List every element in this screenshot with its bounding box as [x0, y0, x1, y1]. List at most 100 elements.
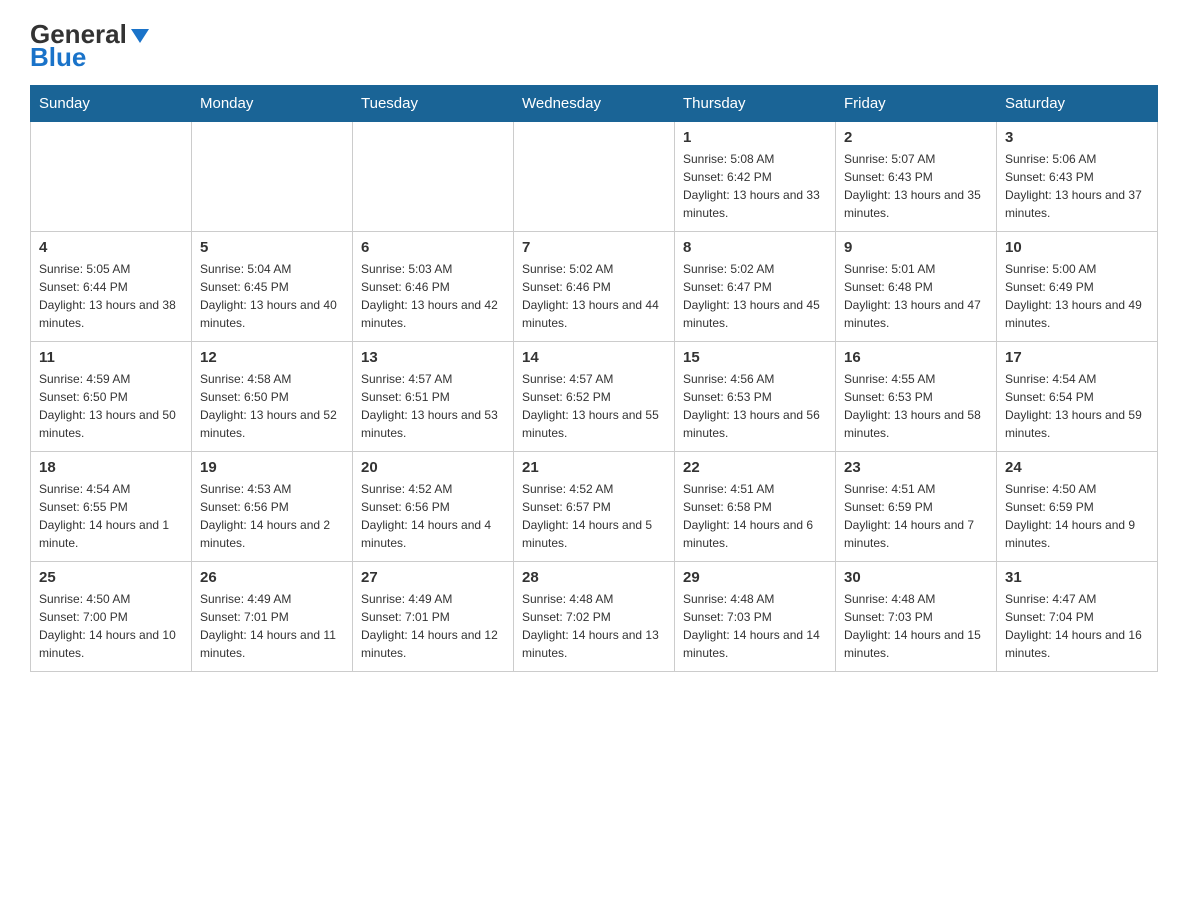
day-number: 12	[200, 349, 344, 366]
day-info: Sunrise: 4:50 AM Sunset: 6:59 PM Dayligh…	[1005, 480, 1149, 552]
day-number: 2	[844, 129, 988, 146]
day-cell-3-4: 14Sunrise: 4:57 AM Sunset: 6:52 PM Dayli…	[514, 342, 675, 452]
day-info: Sunrise: 4:50 AM Sunset: 7:00 PM Dayligh…	[39, 590, 183, 662]
day-cell-2-5: 8 Sunrise: 5:02 AM Sunset: 6:47 PM Daylig…	[675, 232, 836, 342]
day-cell-5-5: 29 Sunrise: 4:48 AM Sunset: 7:03 PM Dayli…	[675, 562, 836, 672]
day-number: 22	[683, 459, 827, 476]
day-info: Sunrise: 5:02 AM Sunset: 6:47 PM Dayligh…	[683, 260, 827, 332]
day-cell-5-6: 30Sunrise: 4:48 AM Sunset: 7:03 PM Dayli…	[836, 562, 997, 672]
day-header-thursday: Thursday	[675, 86, 836, 122]
week-row-4: 18Sunrise: 4:54 AM Sunset: 6:55 PM Dayli…	[31, 452, 1158, 562]
day-info: Sunrise: 5:04 AM Sunset: 6:45 PM Dayligh…	[200, 260, 344, 332]
day-info: Sunrise: 4:57 AM Sunset: 6:51 PM Dayligh…	[361, 370, 505, 442]
day-number: 4	[39, 239, 183, 256]
day-cell-3-7: 17 Sunrise: 4:54 AM Sunset: 6:54 PM Dayli…	[997, 342, 1158, 452]
day-info: Sunrise: 4:47 AM Sunset: 7:04 PM Dayligh…	[1005, 590, 1149, 662]
day-number: 19	[200, 459, 344, 476]
day-info: Sunrise: 5:00 AM Sunset: 6:49 PM Dayligh…	[1005, 260, 1149, 332]
logo-triangle-icon	[129, 23, 151, 45]
day-info: Sunrise: 4:54 AM Sunset: 6:54 PM Dayligh…	[1005, 370, 1149, 442]
logo: General Blue	[30, 20, 151, 71]
day-header-saturday: Saturday	[997, 86, 1158, 122]
day-cell-2-4: 7 Sunrise: 5:02 AM Sunset: 6:46 PM Daylig…	[514, 232, 675, 342]
day-number: 11	[39, 349, 183, 366]
day-cell-5-2: 26Sunrise: 4:49 AM Sunset: 7:01 PM Dayli…	[192, 562, 353, 672]
day-info: Sunrise: 4:55 AM Sunset: 6:53 PM Dayligh…	[844, 370, 988, 442]
day-cell-4-4: 21 Sunrise: 4:52 AM Sunset: 6:57 PM Dayli…	[514, 452, 675, 562]
calendar-table: SundayMondayTuesdayWednesdayThursdayFrid…	[30, 85, 1158, 672]
day-number: 16	[844, 349, 988, 366]
day-header-friday: Friday	[836, 86, 997, 122]
day-info: Sunrise: 5:06 AM Sunset: 6:43 PM Dayligh…	[1005, 150, 1149, 222]
header: General Blue	[30, 20, 1158, 71]
day-number: 24	[1005, 459, 1149, 476]
week-row-1: 1 Sunrise: 5:08 AM Sunset: 6:42 PM Daylig…	[31, 122, 1158, 232]
week-row-2: 4 Sunrise: 5:05 AM Sunset: 6:44 PM Daylig…	[31, 232, 1158, 342]
week-row-5: 25 Sunrise: 4:50 AM Sunset: 7:00 PM Dayli…	[31, 562, 1158, 672]
day-cell-4-7: 24 Sunrise: 4:50 AM Sunset: 6:59 PM Dayli…	[997, 452, 1158, 562]
day-cell-5-4: 28Sunrise: 4:48 AM Sunset: 7:02 PM Dayli…	[514, 562, 675, 672]
day-cell-5-1: 25 Sunrise: 4:50 AM Sunset: 7:00 PM Dayli…	[31, 562, 192, 672]
day-cell-1-6: 2 Sunrise: 5:07 AM Sunset: 6:43 PM Daylig…	[836, 122, 997, 232]
week-row-3: 11 Sunrise: 4:59 AM Sunset: 6:50 PM Dayli…	[31, 342, 1158, 452]
day-cell-1-1	[31, 122, 192, 232]
day-info: Sunrise: 4:51 AM Sunset: 6:58 PM Dayligh…	[683, 480, 827, 552]
day-cell-2-7: 10Sunrise: 5:00 AM Sunset: 6:49 PM Dayli…	[997, 232, 1158, 342]
day-cell-2-6: 9 Sunrise: 5:01 AM Sunset: 6:48 PM Daylig…	[836, 232, 997, 342]
day-cell-2-3: 6Sunrise: 5:03 AM Sunset: 6:46 PM Daylig…	[353, 232, 514, 342]
day-number: 21	[522, 459, 666, 476]
day-cell-3-2: 12Sunrise: 4:58 AM Sunset: 6:50 PM Dayli…	[192, 342, 353, 452]
day-cell-1-7: 3Sunrise: 5:06 AM Sunset: 6:43 PM Daylig…	[997, 122, 1158, 232]
day-info: Sunrise: 4:57 AM Sunset: 6:52 PM Dayligh…	[522, 370, 666, 442]
day-cell-4-5: 22 Sunrise: 4:51 AM Sunset: 6:58 PM Dayli…	[675, 452, 836, 562]
day-info: Sunrise: 5:05 AM Sunset: 6:44 PM Dayligh…	[39, 260, 183, 332]
day-cell-1-3	[353, 122, 514, 232]
day-cell-3-1: 11 Sunrise: 4:59 AM Sunset: 6:50 PM Dayli…	[31, 342, 192, 452]
day-info: Sunrise: 4:52 AM Sunset: 6:57 PM Dayligh…	[522, 480, 666, 552]
day-info: Sunrise: 4:51 AM Sunset: 6:59 PM Dayligh…	[844, 480, 988, 552]
day-info: Sunrise: 5:03 AM Sunset: 6:46 PM Dayligh…	[361, 260, 505, 332]
day-info: Sunrise: 5:02 AM Sunset: 6:46 PM Dayligh…	[522, 260, 666, 332]
day-info: Sunrise: 5:08 AM Sunset: 6:42 PM Dayligh…	[683, 150, 827, 222]
day-cell-4-3: 20Sunrise: 4:52 AM Sunset: 6:56 PM Dayli…	[353, 452, 514, 562]
day-number: 8	[683, 239, 827, 256]
day-cell-5-7: 31 Sunrise: 4:47 AM Sunset: 7:04 PM Dayli…	[997, 562, 1158, 672]
day-info: Sunrise: 4:48 AM Sunset: 7:03 PM Dayligh…	[683, 590, 827, 662]
day-number: 29	[683, 569, 827, 586]
day-number: 5	[200, 239, 344, 256]
day-number: 1	[683, 129, 827, 146]
day-info: Sunrise: 4:48 AM Sunset: 7:02 PM Dayligh…	[522, 590, 666, 662]
day-number: 13	[361, 349, 505, 366]
day-cell-2-1: 4 Sunrise: 5:05 AM Sunset: 6:44 PM Daylig…	[31, 232, 192, 342]
day-header-monday: Monday	[192, 86, 353, 122]
day-cell-1-2	[192, 122, 353, 232]
day-number: 7	[522, 239, 666, 256]
day-info: Sunrise: 5:07 AM Sunset: 6:43 PM Dayligh…	[844, 150, 988, 222]
day-info: Sunrise: 5:01 AM Sunset: 6:48 PM Dayligh…	[844, 260, 988, 332]
day-cell-2-2: 5 Sunrise: 5:04 AM Sunset: 6:45 PM Daylig…	[192, 232, 353, 342]
day-number: 15	[683, 349, 827, 366]
day-info: Sunrise: 4:49 AM Sunset: 7:01 PM Dayligh…	[361, 590, 505, 662]
day-number: 17	[1005, 349, 1149, 366]
day-number: 31	[1005, 569, 1149, 586]
day-cell-3-3: 13 Sunrise: 4:57 AM Sunset: 6:51 PM Dayli…	[353, 342, 514, 452]
day-number: 9	[844, 239, 988, 256]
day-info: Sunrise: 4:56 AM Sunset: 6:53 PM Dayligh…	[683, 370, 827, 442]
day-number: 23	[844, 459, 988, 476]
day-header-tuesday: Tuesday	[353, 86, 514, 122]
day-info: Sunrise: 4:59 AM Sunset: 6:50 PM Dayligh…	[39, 370, 183, 442]
day-info: Sunrise: 4:49 AM Sunset: 7:01 PM Dayligh…	[200, 590, 344, 662]
day-header-wednesday: Wednesday	[514, 86, 675, 122]
day-cell-1-5: 1 Sunrise: 5:08 AM Sunset: 6:42 PM Daylig…	[675, 122, 836, 232]
day-cell-3-6: 16 Sunrise: 4:55 AM Sunset: 6:53 PM Dayli…	[836, 342, 997, 452]
day-cell-3-5: 15 Sunrise: 4:56 AM Sunset: 6:53 PM Dayli…	[675, 342, 836, 452]
day-cell-1-4	[514, 122, 675, 232]
day-header-sunday: Sunday	[31, 86, 192, 122]
day-number: 30	[844, 569, 988, 586]
day-header-row: SundayMondayTuesdayWednesdayThursdayFrid…	[31, 86, 1158, 122]
day-info: Sunrise: 4:53 AM Sunset: 6:56 PM Dayligh…	[200, 480, 344, 552]
day-cell-5-3: 27 Sunrise: 4:49 AM Sunset: 7:01 PM Dayli…	[353, 562, 514, 672]
day-cell-4-6: 23 Sunrise: 4:51 AM Sunset: 6:59 PM Dayli…	[836, 452, 997, 562]
day-number: 25	[39, 569, 183, 586]
day-number: 27	[361, 569, 505, 586]
